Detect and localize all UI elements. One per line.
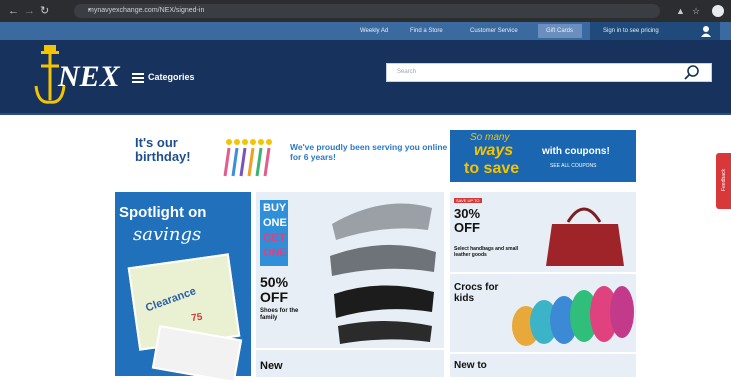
shoes-subtitle: Shoes for the family bbox=[260, 308, 299, 321]
customer-service-link[interactable]: Customer Service bbox=[470, 22, 518, 40]
profile-avatar-icon[interactable] bbox=[712, 5, 724, 17]
bogo-get: GET bbox=[263, 232, 286, 244]
user-icon[interactable] bbox=[700, 25, 712, 37]
bogo-buy: BUY bbox=[263, 202, 287, 214]
address-bar[interactable]: • mynavyexchange.com/NEX/signed-in bbox=[74, 4, 660, 18]
crocs-tile[interactable]: Crocs for kids bbox=[450, 274, 636, 352]
shoes-tile[interactable]: BUY ONE GET ONE 50% OFF Shoes for the fa… bbox=[256, 192, 444, 348]
birthday-candles-icon bbox=[223, 139, 272, 177]
new-label: New bbox=[260, 360, 283, 372]
spotlight-tile[interactable]: Spotlight on savings Clearance 75 bbox=[115, 192, 251, 383]
handbags-tile[interactable]: SAVE UP TO 30% OFF Select handbags and s… bbox=[450, 192, 636, 272]
bogo-one-2: ONE bbox=[263, 247, 287, 259]
new-to-tile[interactable]: New to bbox=[450, 354, 636, 377]
spotlight-subtitle: savings bbox=[133, 224, 202, 245]
crocs-image bbox=[512, 286, 634, 346]
feedback-tab[interactable]: Feedback bbox=[716, 153, 731, 209]
back-icon[interactable]: ← bbox=[8, 0, 19, 22]
birthday-message: We've proudly been serving you online fo… bbox=[290, 142, 448, 162]
weekly-ad-link[interactable]: Weekly Ad bbox=[360, 22, 388, 40]
nex-logo[interactable]: NEX bbox=[32, 44, 122, 108]
find-store-link[interactable]: Find a Store bbox=[410, 22, 443, 40]
bogo-one-1: ONE bbox=[263, 217, 287, 229]
categories-menu[interactable]: Categories bbox=[148, 72, 195, 82]
star-icon[interactable]: ☆ bbox=[692, 0, 700, 22]
handbag-image bbox=[546, 207, 624, 266]
handbags-percent: 30% bbox=[454, 206, 481, 221]
gift-cards-link[interactable]: Gift Cards bbox=[546, 22, 573, 40]
shoes-percent: 50% bbox=[260, 274, 289, 290]
signin-link[interactable]: Sign in to see pricing bbox=[603, 22, 659, 40]
svg-text:NEX: NEX bbox=[57, 60, 121, 93]
new-to-label: New to bbox=[454, 360, 487, 371]
clearance-label: Clearance bbox=[144, 285, 198, 315]
see-all-coupons-link[interactable]: SEE ALL COUPONS bbox=[550, 163, 597, 169]
forward-icon[interactable]: → bbox=[24, 0, 35, 22]
coupon-with: with coupons! bbox=[542, 146, 610, 157]
crocs-title: Crocs for kids bbox=[454, 282, 499, 304]
handbags-tag: SAVE UP TO bbox=[454, 198, 482, 203]
shoes-off: OFF bbox=[260, 289, 288, 305]
extension-icon[interactable]: ▲ bbox=[676, 0, 685, 22]
menu-icon[interactable] bbox=[132, 73, 144, 83]
search-placeholder: Search bbox=[397, 69, 417, 75]
spotlight-title: Spotlight on bbox=[119, 204, 207, 221]
coupons-banner[interactable]: So many ways to save with coupons! SEE A… bbox=[450, 130, 636, 182]
birthday-banner[interactable]: It's our birthday! We've proudly been se… bbox=[115, 132, 447, 182]
feedback-label: Feedback bbox=[721, 169, 727, 191]
search-input[interactable]: Search bbox=[386, 63, 712, 82]
handbags-off: OFF bbox=[454, 220, 480, 235]
coupon-save: to save bbox=[464, 160, 520, 177]
bogo-badge: BUY ONE GET ONE bbox=[260, 200, 288, 266]
header-divider bbox=[0, 113, 731, 115]
new-tile[interactable]: New bbox=[256, 350, 444, 377]
handbags-subtitle: Select handbags and small leather goods bbox=[454, 246, 519, 258]
search-icon[interactable] bbox=[680, 64, 704, 81]
reload-icon[interactable]: ↻ bbox=[40, 0, 49, 22]
shoes-image bbox=[330, 203, 436, 344]
clearance-percent: 75 bbox=[190, 311, 204, 325]
birthday-title: It's our birthday! bbox=[135, 135, 191, 164]
address-url: mynavyexchange.com/NEX/signed-in bbox=[88, 7, 205, 14]
coupon-ways: ways bbox=[474, 142, 514, 159]
